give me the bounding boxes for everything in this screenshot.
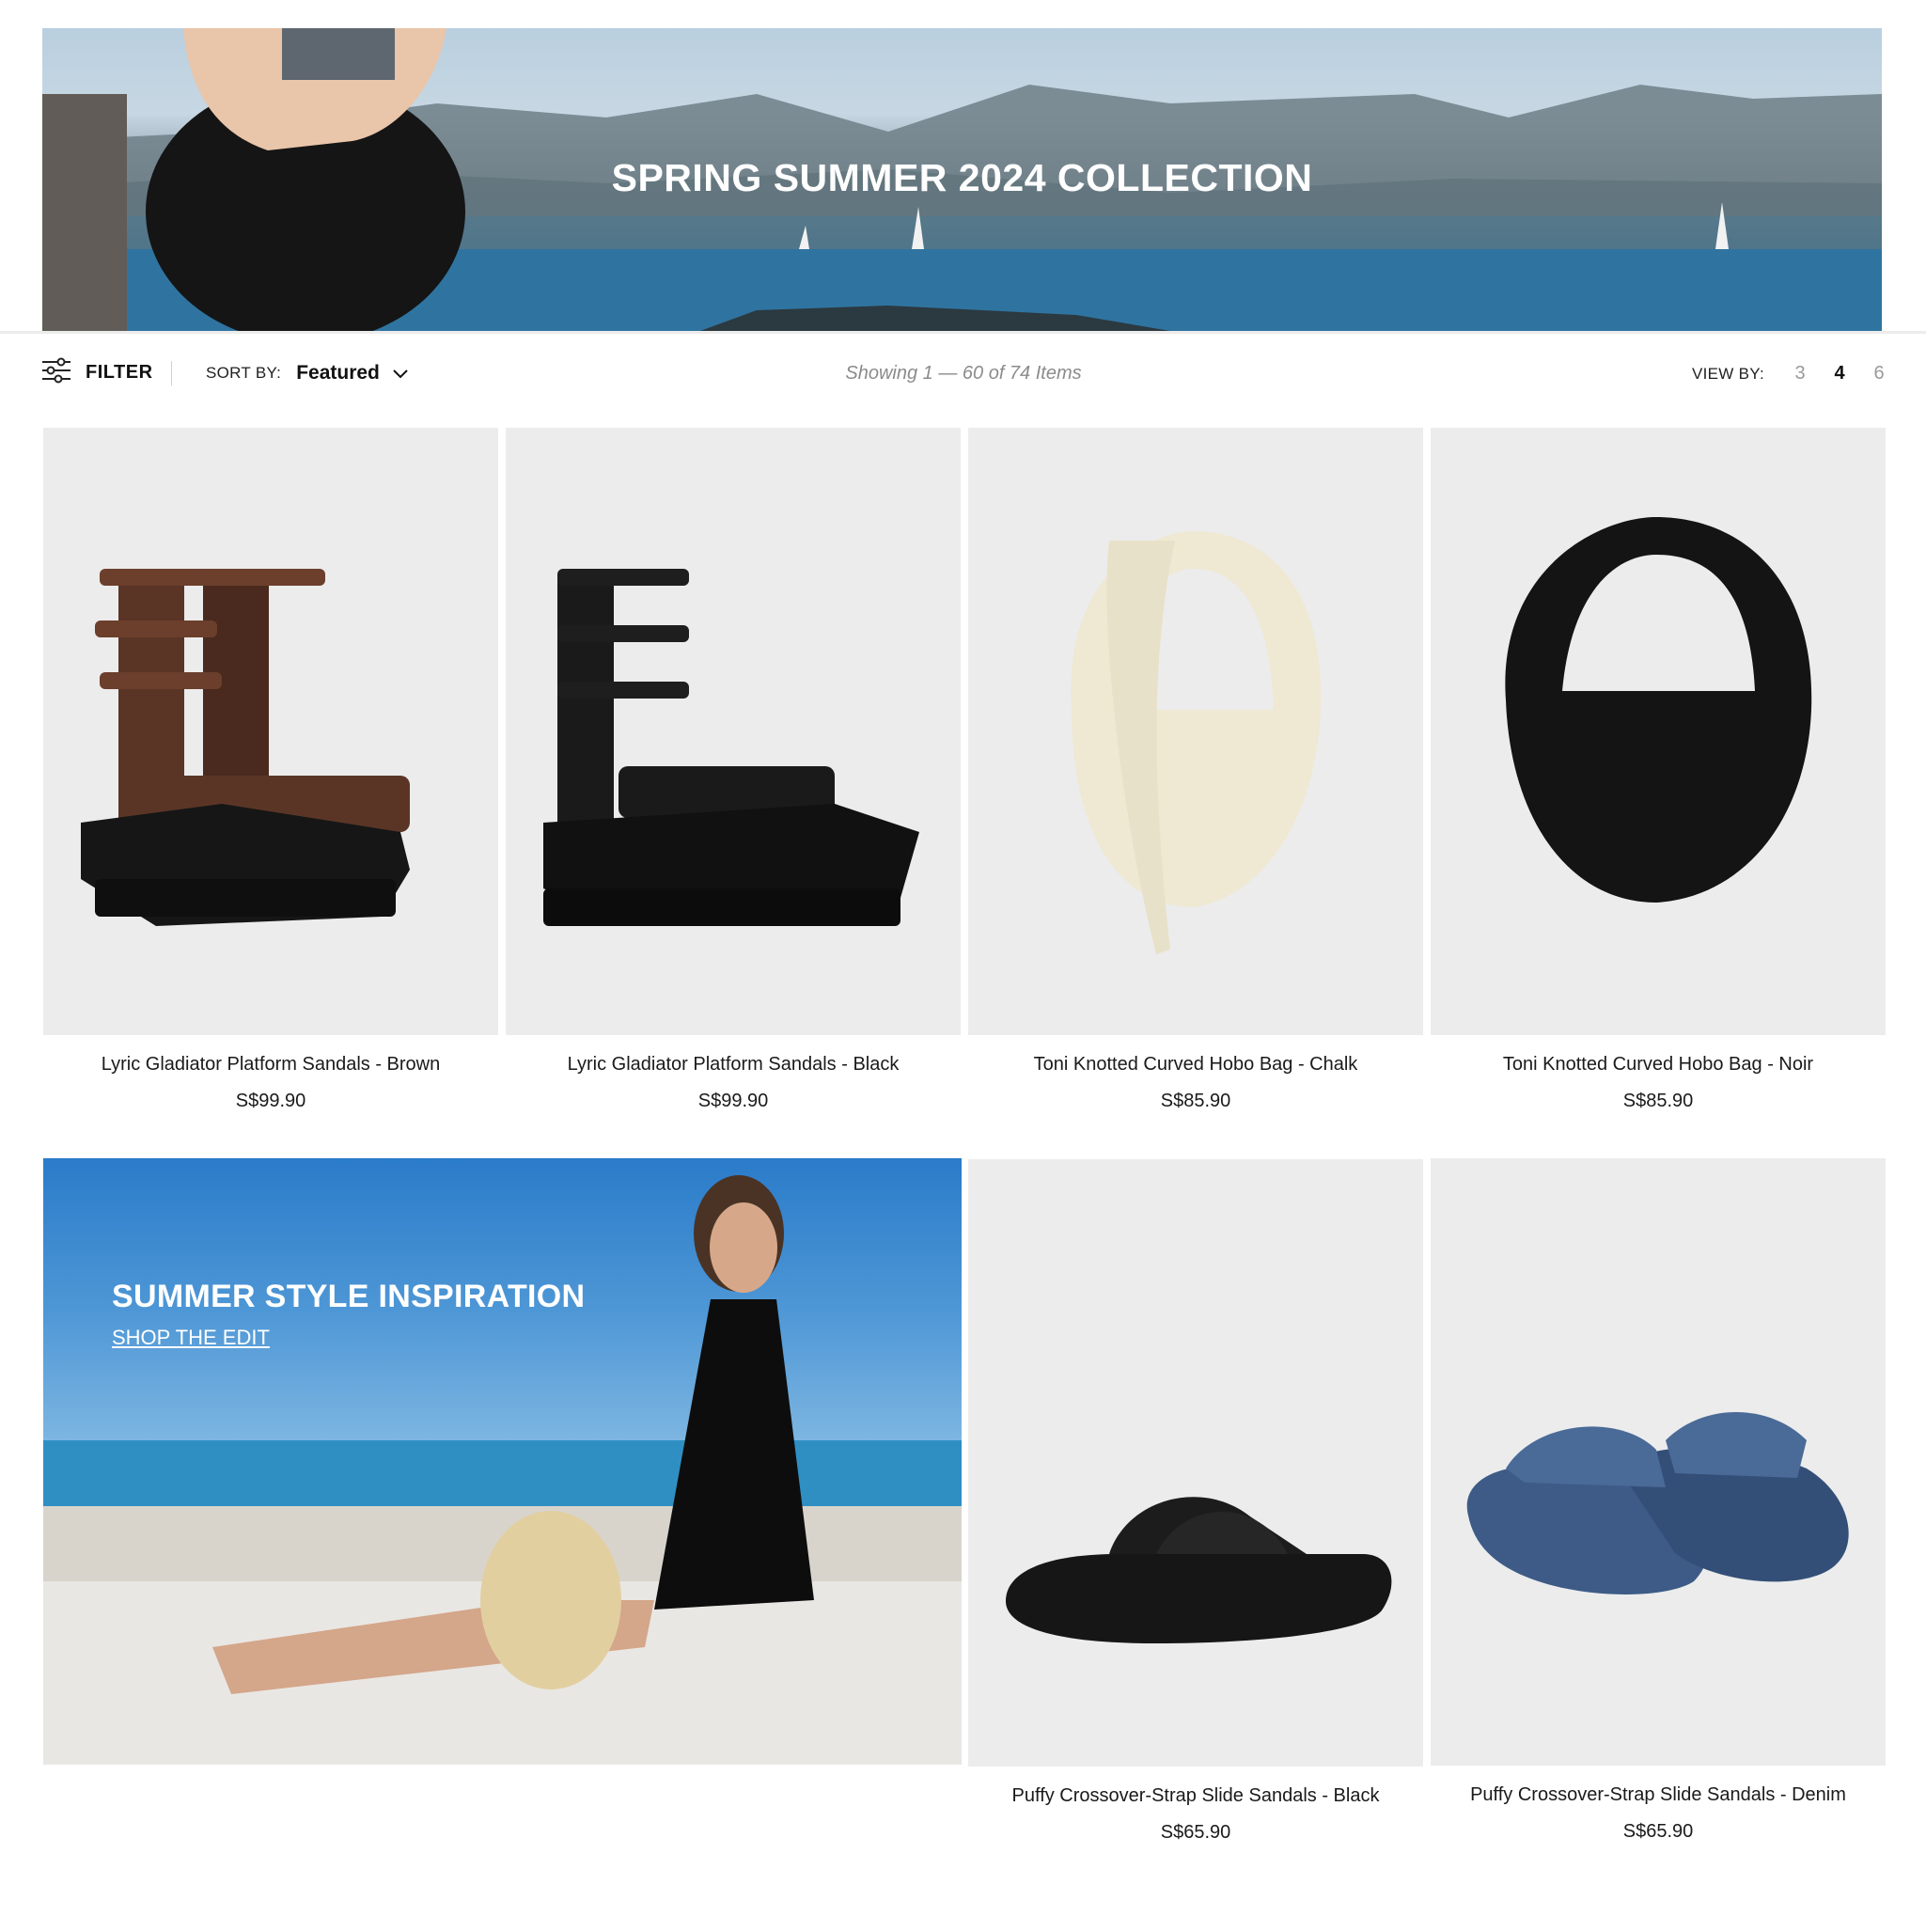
hero-banner[interactable]: SPRING SUMMER 2024 COLLECTION <box>42 28 1882 331</box>
view-option-3[interactable]: 3 <box>1794 363 1806 385</box>
hero-divider <box>0 331 1926 334</box>
promo-beach-image <box>43 1175 962 1765</box>
view-option-6[interactable]: 6 <box>1873 363 1885 385</box>
slide-sandal-denim-image <box>1466 1412 1849 1594</box>
gladiator-sandal-brown-image <box>81 569 410 926</box>
results-count: Showing 1 — 60 of 74 Items <box>845 363 1082 384</box>
slide-sandal-black-image <box>1006 1497 1392 1643</box>
product-image[interactable] <box>43 428 498 1035</box>
product-name[interactable]: Lyric Gladiator Platform Sandals - Brown <box>43 1054 498 1076</box>
product-card[interactable]: Puffy Crossover-Strap Slide Sandals - Bl… <box>968 1159 1423 1844</box>
product-price: S$99.90 <box>697 1091 769 1111</box>
shop-the-edit-link[interactable]: SHOP THE EDIT <box>112 1326 270 1350</box>
product-price: S$65.90 <box>1160 1822 1231 1843</box>
product-image[interactable] <box>968 1159 1423 1767</box>
view-option-4[interactable]: 4 <box>1834 363 1845 385</box>
product-name[interactable]: Toni Knotted Curved Hobo Bag - Noir <box>1431 1054 1886 1076</box>
product-price: S$85.90 <box>1160 1091 1231 1111</box>
product-image[interactable] <box>1431 1158 1886 1766</box>
product-image[interactable] <box>968 428 1423 1035</box>
product-name[interactable]: Lyric Gladiator Platform Sandals - Black <box>506 1054 961 1076</box>
hobo-bag-noir-image <box>1505 517 1812 903</box>
product-card[interactable]: Toni Knotted Curved Hobo Bag - Chalk S$8… <box>968 428 1423 1112</box>
product-name[interactable]: Puffy Crossover-Strap Slide Sandals - Bl… <box>968 1785 1423 1807</box>
product-image[interactable] <box>1431 428 1886 1035</box>
hobo-bag-chalk-image <box>1071 531 1322 954</box>
view-by-control: VIEW BY: 3 4 6 <box>1692 363 1885 385</box>
product-card[interactable]: Toni Knotted Curved Hobo Bag - Noir S$85… <box>1431 428 1886 1112</box>
listing-toolbar: FILTER SORT BY: Featured Showing 1 — 60 … <box>42 350 1885 397</box>
gladiator-sandal-black-image <box>543 569 919 926</box>
view-by-label: VIEW BY: <box>1691 364 1764 383</box>
product-price: S$85.90 <box>1622 1091 1694 1111</box>
product-card[interactable]: Puffy Crossover-Strap Slide Sandals - De… <box>1431 1158 1886 1843</box>
product-price: S$65.90 <box>1622 1821 1694 1842</box>
product-card[interactable]: Lyric Gladiator Platform Sandals - Black… <box>506 428 961 1112</box>
product-price: S$99.90 <box>235 1091 306 1111</box>
product-name[interactable]: Toni Knotted Curved Hobo Bag - Chalk <box>968 1054 1423 1076</box>
hero-title: SPRING SUMMER 2024 COLLECTION <box>611 156 1313 199</box>
product-name[interactable]: Puffy Crossover-Strap Slide Sandals - De… <box>1431 1784 1886 1806</box>
promo-title: SUMMER STYLE INSPIRATION <box>112 1279 586 1314</box>
product-card[interactable]: Lyric Gladiator Platform Sandals - Brown… <box>43 428 498 1112</box>
promo-banner[interactable]: SUMMER STYLE INSPIRATION SHOP THE EDIT <box>43 1158 962 1765</box>
product-image[interactable] <box>506 428 961 1035</box>
